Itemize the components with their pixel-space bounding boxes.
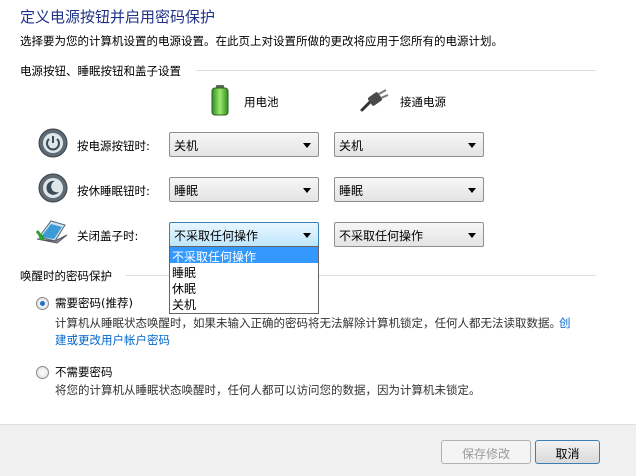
chevron-down-icon bbox=[303, 143, 311, 148]
page-subtitle: 选择要为您的计算机设置的电源设置。在此页上对设置所做的更改将应用于您所有的电源计… bbox=[20, 34, 503, 48]
row-label-lid: 关闭盖子时: bbox=[77, 229, 139, 243]
power-battery-value: 关机 bbox=[174, 139, 199, 153]
laptop-lid-icon bbox=[35, 217, 69, 247]
change-password-link[interactable]: 建或更改用户帐户密码 bbox=[55, 332, 170, 348]
change-password-link-start[interactable]: 创 bbox=[559, 315, 571, 331]
col-label-battery: 用电池 bbox=[244, 95, 279, 109]
no-password-radio[interactable] bbox=[36, 366, 49, 379]
lid-plugged-select[interactable]: 不采取任何操作 bbox=[334, 222, 484, 247]
lid-action-dropdown-list[interactable]: 不采取任何操作 睡眠 休眠 关机 bbox=[169, 246, 319, 314]
require-password-radio[interactable] bbox=[36, 297, 49, 310]
save-button[interactable]: 保存修改 bbox=[441, 440, 531, 464]
power-plugged-value: 关机 bbox=[339, 139, 364, 153]
sleep-plugged-value: 睡眠 bbox=[339, 184, 364, 198]
power-button-icon bbox=[38, 128, 68, 158]
no-password-label[interactable]: 不需要密码 bbox=[55, 364, 113, 380]
chevron-down-icon bbox=[468, 143, 476, 148]
chevron-down-icon bbox=[468, 233, 476, 238]
sleep-battery-select[interactable]: 睡眠 bbox=[169, 177, 319, 202]
require-password-label[interactable]: 需要密码(推荐) bbox=[55, 295, 133, 311]
sleep-battery-value: 睡眠 bbox=[174, 184, 199, 198]
require-password-description: 计算机从睡眠状态唤醒时，如果未输入正确的密码将无法解除计算机锁定，任何人都无法读… bbox=[55, 316, 561, 330]
power-battery-select[interactable]: 关机 bbox=[169, 132, 319, 157]
row-label-sleep: 按休睡眠钮时: bbox=[77, 184, 150, 198]
dropdown-option[interactable]: 不采取任何操作 bbox=[170, 247, 318, 264]
section-heading-buttons: 电源按钮、睡眠按钮和盖子设置 bbox=[20, 64, 181, 78]
lid-battery-value: 不采取任何操作 bbox=[174, 229, 259, 243]
chevron-down-icon bbox=[468, 188, 476, 193]
chevron-down-icon bbox=[303, 233, 311, 238]
dropdown-option[interactable]: 关机 bbox=[170, 295, 318, 312]
power-plugged-select[interactable]: 关机 bbox=[334, 132, 484, 157]
dropdown-option[interactable]: 休眠 bbox=[170, 279, 318, 296]
sleep-plugged-select[interactable]: 睡眠 bbox=[334, 177, 484, 202]
dropdown-option[interactable]: 睡眠 bbox=[170, 263, 318, 280]
no-password-description: 将您的计算机从睡眠状态唤醒时，任何人都可以访问您的数据，因为计算机未锁定。 bbox=[55, 383, 481, 397]
section-heading-password: 唤醒时的密码保护 bbox=[20, 269, 112, 283]
section-divider bbox=[196, 70, 596, 71]
lid-plugged-value: 不采取任何操作 bbox=[339, 229, 424, 243]
page-title: 定义电源按钮并启用密码保护 bbox=[20, 8, 216, 26]
col-label-plugged: 接通电源 bbox=[400, 95, 446, 109]
chevron-down-icon bbox=[303, 188, 311, 193]
power-plug-icon bbox=[360, 88, 390, 112]
battery-icon bbox=[210, 84, 230, 116]
cancel-button[interactable]: 取消 bbox=[535, 440, 600, 464]
sleep-button-icon bbox=[38, 173, 68, 203]
lid-battery-select[interactable]: 不采取任何操作 bbox=[169, 222, 319, 247]
row-label-power: 按电源按钮时: bbox=[77, 139, 150, 153]
